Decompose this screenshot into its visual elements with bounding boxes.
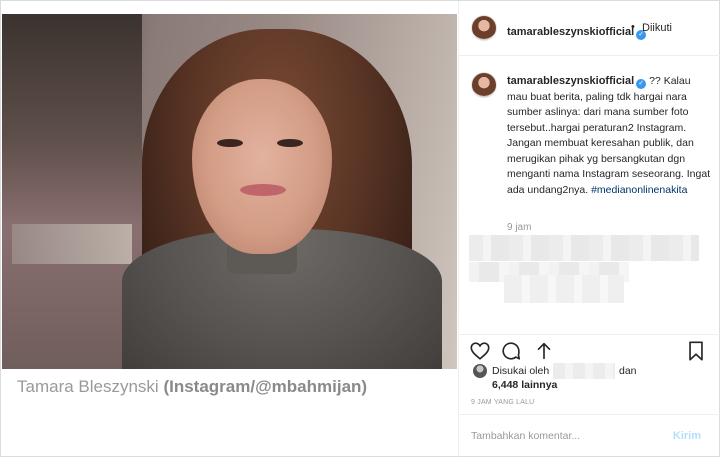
comment-icon[interactable] <box>500 340 522 362</box>
likes-section: Disukai oleh dan 6,448 lainnya <box>459 361 720 391</box>
hashtag-link[interactable]: #medianonlinenakita <box>591 184 687 196</box>
comment-avatar[interactable] <box>471 72 497 98</box>
comment-input[interactable] <box>471 427 651 445</box>
action-bar <box>459 334 720 364</box>
heart-icon[interactable] <box>469 340 491 362</box>
posted-time: 9 JAM YANG LALU <box>471 399 535 406</box>
comments-section[interactable]: tamarableszynskiofficial ✓ ?? Kalau mau b… <box>459 57 720 333</box>
post-photo <box>2 14 457 369</box>
following-button[interactable]: Diikuti <box>642 22 672 34</box>
verified-badge-icon: ✓ <box>636 79 647 89</box>
comment-username[interactable]: tamarableszynskiofficial <box>507 75 634 87</box>
separator-dot: • <box>631 21 635 33</box>
avatar[interactable] <box>471 15 497 41</box>
caption-name: Tamara Bleszynski <box>17 377 159 396</box>
instagram-post-embed: Tamara Bleszynski (Instagram/@mbahmijan)… <box>0 0 720 457</box>
blurred-liker-name <box>553 363 615 379</box>
add-comment-bar: Kirim <box>459 414 720 457</box>
blurred-comment <box>504 275 624 303</box>
post-header: tamarableszynskiofficial ✓ • Diikuti <box>459 1 720 56</box>
caption-source: (Instagram/@mbahmijan) <box>163 377 368 396</box>
likes-conjunction: dan <box>619 365 637 377</box>
likes-count[interactable]: 6,448 lainnya <box>492 379 557 391</box>
share-icon[interactable] <box>533 340 555 362</box>
blurred-comment <box>469 235 699 261</box>
send-button[interactable]: Kirim <box>673 430 701 442</box>
caption-comment: tamarableszynskiofficial ✓ ?? Kalau mau b… <box>507 74 712 198</box>
comment-text: ?? Kalau mau buat berita, paling tdk har… <box>507 75 711 196</box>
header-username[interactable]: tamarableszynskiofficial <box>507 26 634 38</box>
liker-avatar[interactable] <box>473 364 487 378</box>
bookmark-icon[interactable] <box>685 340 707 362</box>
comment-time: 9 jam <box>507 222 532 233</box>
photo-caption: Tamara Bleszynski (Instagram/@mbahmijan) <box>17 377 367 397</box>
likes-prefix: Disukai oleh <box>492 365 550 377</box>
